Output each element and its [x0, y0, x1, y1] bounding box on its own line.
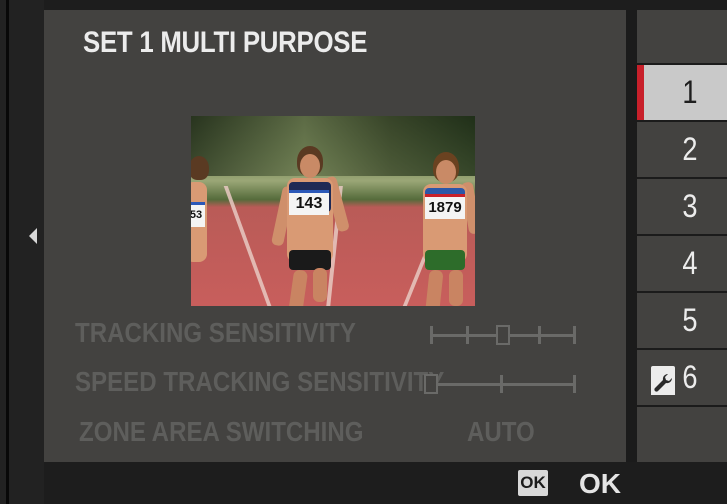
tab-set-3[interactable]: 3 [637, 179, 727, 236]
set-tabs: 1 2 3 4 5 6 [637, 10, 727, 462]
preview-image: 53 143 1879 [191, 116, 475, 306]
tab-label: 2 [682, 131, 698, 167]
tracking-sensitivity-label[interactable]: TRACKING SENSITIVITY [75, 317, 356, 349]
tab-label: 3 [682, 188, 698, 224]
tab-label: 1 [682, 74, 698, 110]
lane-line [223, 186, 283, 306]
tab-label: 4 [682, 245, 698, 281]
athlete-leg [287, 269, 309, 306]
slider-tick [500, 375, 503, 393]
page-title: SET 1 MULTI PURPOSE [83, 26, 368, 59]
athlete-leg [424, 269, 444, 306]
zone-area-switching-label[interactable]: ZONE AREA SWITCHING [79, 416, 363, 448]
athlete-leg [449, 270, 463, 306]
athlete-leg [313, 268, 327, 302]
tab-set-6-custom[interactable]: 6 [637, 350, 727, 407]
tab-set-2[interactable]: 2 [637, 122, 727, 179]
slider-knob[interactable] [496, 325, 510, 345]
bib: 143 [289, 190, 329, 215]
tab-set-5[interactable]: 5 [637, 293, 727, 350]
athlete-head [300, 154, 320, 178]
top-strip [44, 0, 727, 10]
tracking-sensitivity-slider[interactable] [430, 324, 576, 346]
slider-tick [573, 326, 576, 344]
athlete-shorts [425, 250, 465, 270]
slider-tick [466, 326, 469, 344]
speed-tracking-sensitivity-slider[interactable] [424, 373, 576, 395]
slider-tick [538, 326, 541, 344]
tab-label: 6 [682, 359, 698, 395]
tab-set-1[interactable]: 1 [637, 65, 727, 122]
bib: 53 [191, 202, 205, 227]
settings-panel: SET 1 MULTI PURPOSE 53 143 1879 TRACKING… [44, 10, 626, 462]
speed-tracking-sensitivity-label[interactable]: SPEED TRACKING SENSITIVITY [75, 366, 444, 398]
slider-knob[interactable] [424, 374, 438, 394]
zone-area-switching-value[interactable]: AUTO [467, 416, 535, 448]
wrench-icon [651, 366, 675, 395]
slider-tick [573, 375, 576, 393]
athlete-hair [191, 156, 209, 180]
athlete-head [436, 160, 456, 184]
tab-header [637, 10, 727, 65]
tab-set-4[interactable]: 4 [637, 236, 727, 293]
left-edge-line [6, 0, 9, 504]
athlete-shorts [289, 250, 331, 270]
panel-divider [626, 10, 637, 462]
slider-tick [430, 326, 433, 344]
left-edge [0, 0, 44, 504]
tab-label: 5 [682, 302, 698, 338]
ok-button-icon[interactable]: OK [518, 470, 548, 496]
left-arrow-icon[interactable] [29, 228, 37, 244]
bib: 1879 [425, 194, 465, 219]
footer-bar: OK OK [44, 462, 727, 504]
ok-label: OK [579, 468, 621, 499]
